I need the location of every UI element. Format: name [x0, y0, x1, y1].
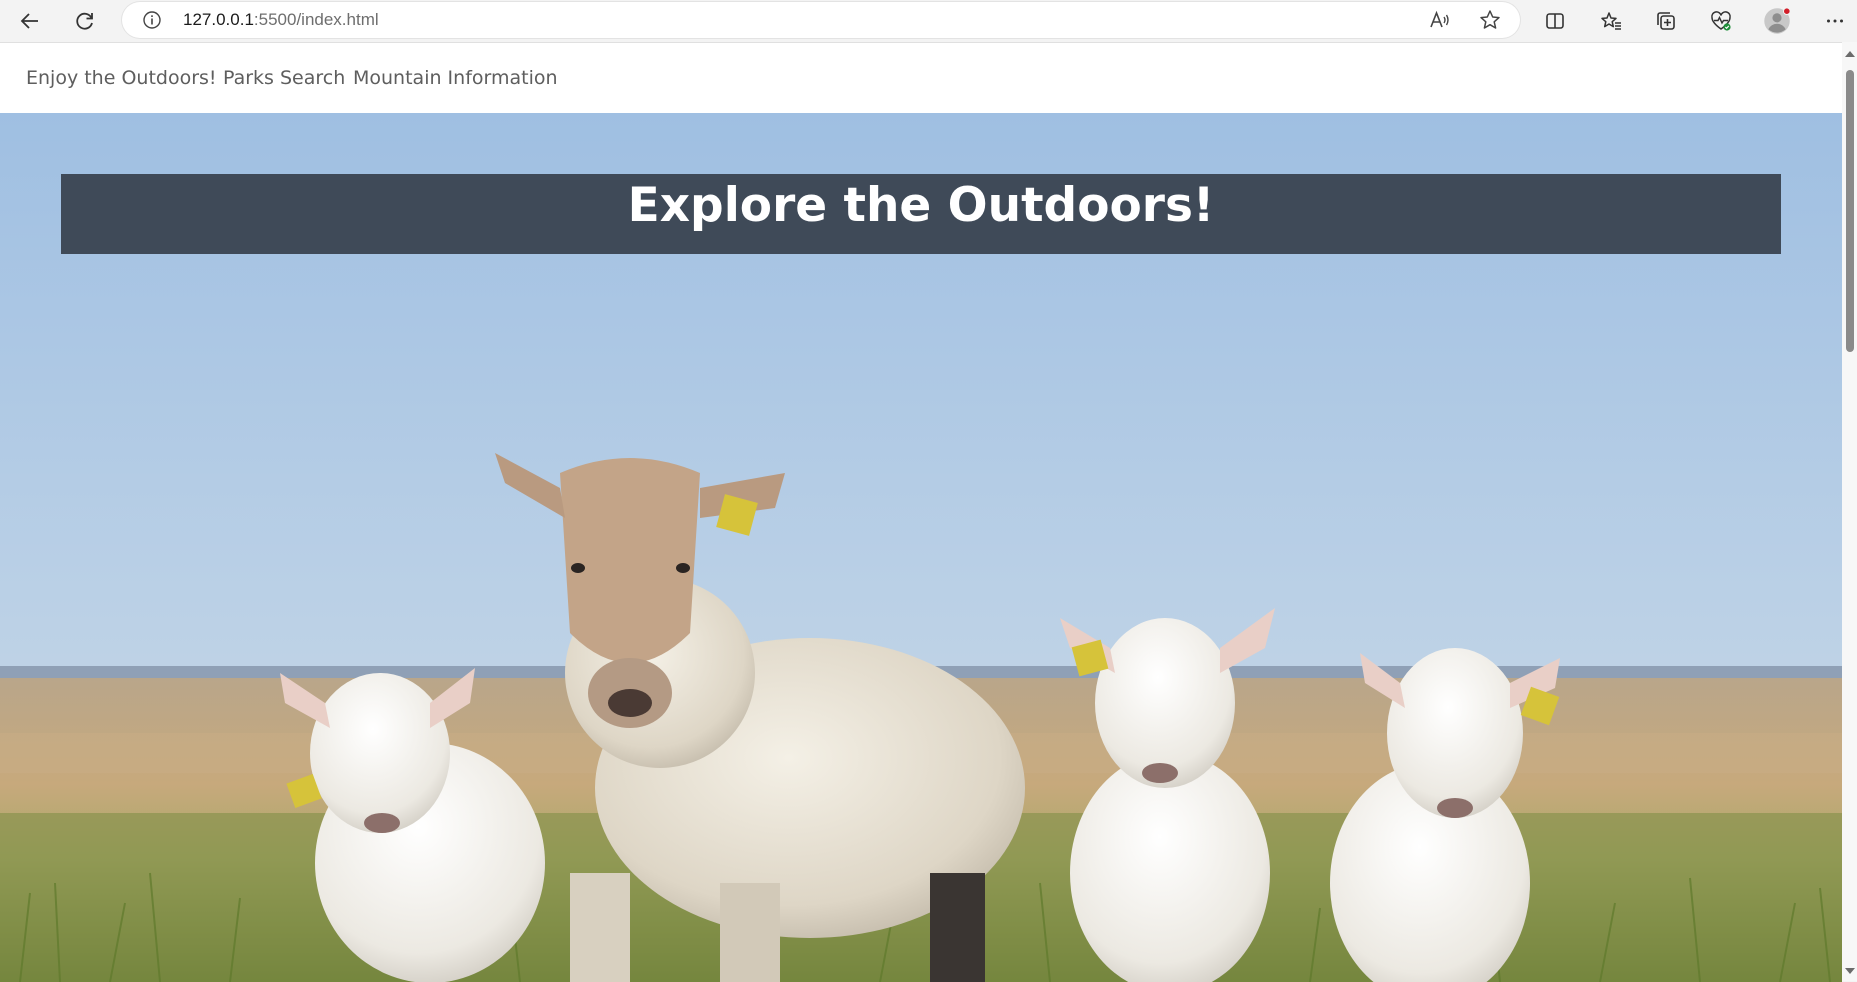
more-button[interactable]	[1818, 4, 1852, 38]
scroll-up-arrow-icon[interactable]	[1845, 51, 1855, 57]
split-screen-button[interactable]	[1538, 4, 1572, 38]
hero-section: Explore the Outdoors!	[0, 113, 1842, 982]
performance-button[interactable]	[1704, 4, 1738, 38]
address-bar[interactable]: 127.0.0.1:5500/index.html	[122, 2, 1520, 38]
nav-brand-link[interactable]: Enjoy the Outdoors!	[26, 67, 217, 89]
star-icon[interactable]	[1478, 8, 1502, 32]
split-screen-icon	[1546, 13, 1564, 29]
navbar: Enjoy the Outdoors! Parks Search Mountai…	[0, 43, 1842, 114]
back-button[interactable]	[13, 4, 47, 38]
refresh-button[interactable]	[68, 4, 102, 38]
url-host: 127.0.0.1	[183, 10, 254, 29]
collections-icon	[1657, 12, 1675, 30]
nav-link-parks-search[interactable]: Parks Search	[223, 67, 345, 89]
page-viewport: Enjoy the Outdoors! Parks Search Mountai…	[0, 42, 1842, 982]
refresh-icon	[76, 12, 93, 30]
url-path: :5500/index.html	[253, 10, 379, 29]
page-scrollbar[interactable]	[1842, 42, 1857, 981]
heartbeat-icon	[1711, 11, 1731, 31]
profile-avatar-icon	[1764, 7, 1791, 34]
info-icon[interactable]	[142, 10, 162, 30]
scrollbar-thumb[interactable]	[1846, 70, 1854, 352]
url-text: 127.0.0.1:5500/index.html	[183, 10, 379, 30]
collections-button[interactable]	[1649, 4, 1683, 38]
profile-button[interactable]	[1760, 4, 1794, 38]
favorites-icon	[1601, 12, 1621, 30]
read-aloud-icon[interactable]	[1428, 8, 1452, 32]
hero-title-banner: Explore the Outdoors!	[61, 174, 1781, 254]
back-arrow-icon	[20, 13, 38, 29]
scroll-down-arrow-icon[interactable]	[1845, 968, 1855, 974]
favorites-button[interactable]	[1594, 4, 1628, 38]
more-icon	[1827, 19, 1843, 23]
hero-title: Explore the Outdoors!	[627, 178, 1215, 233]
browser-toolbar: 127.0.0.1:5500/index.html	[0, 0, 1857, 42]
nav-link-mountain-information[interactable]: Mountain Information	[353, 67, 558, 89]
